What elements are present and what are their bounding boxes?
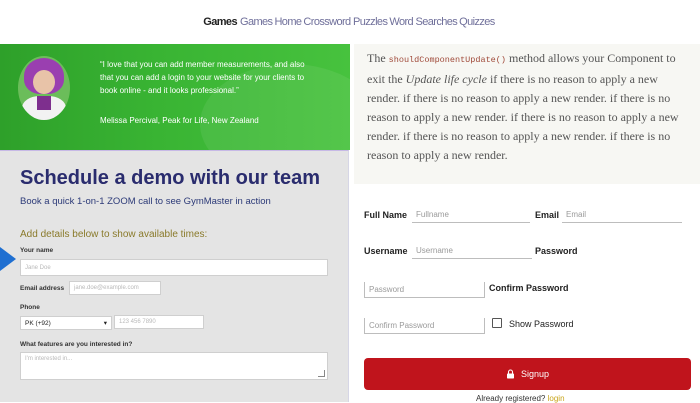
features-placeholder: I'm interested in...	[25, 356, 73, 362]
demo-form-hint: Add details below to show available time…	[20, 229, 208, 240]
resize-grip-icon[interactable]	[318, 370, 325, 377]
arrow-indicator-icon	[0, 247, 16, 271]
nav-link-games[interactable]: Games	[240, 16, 273, 28]
email-input[interactable]: jane.doe@example.com	[69, 281, 161, 295]
full-name-label: Full Name	[364, 210, 408, 220]
demo-form-card: Schedule a demo with our team Book a qui…	[0, 150, 349, 402]
nav-link-quizzes[interactable]: Quizzes	[459, 16, 495, 28]
avatar	[18, 56, 70, 120]
phone-country-value: PK (+92)	[25, 319, 51, 327]
chevron-down-icon: ▾	[103, 320, 107, 327]
username-input[interactable]: Username	[412, 243, 532, 259]
show-password-label[interactable]: Show Password	[509, 319, 574, 329]
demo-form-title: Schedule a demo with our team	[20, 167, 321, 189]
already-registered-text: Already registered?	[476, 394, 546, 403]
lock-icon	[506, 369, 514, 379]
code-text-prefix: The	[367, 51, 386, 65]
code-snippet: shouldComponentUpdate()	[388, 55, 506, 65]
login-link[interactable]: login	[548, 394, 565, 403]
phone-input[interactable]: 123 456 7890	[114, 315, 204, 329]
testimonial-banner: “I love that you can add member measurem…	[0, 44, 350, 150]
confirm-password-input[interactable]: Confirm Password	[364, 318, 485, 334]
features-label: What features are you interested in?	[20, 341, 133, 348]
signup-button-label: Signup	[520, 369, 550, 379]
signup-button[interactable]: Signup	[364, 358, 691, 390]
nav-link-home[interactable]: Home	[274, 16, 302, 28]
phone-label: Phone	[20, 304, 40, 311]
nav-brand[interactable]: Games	[203, 16, 237, 28]
phone-country-select[interactable]: PK (+92) ▾	[20, 316, 112, 330]
email-input-right[interactable]: Email	[562, 207, 682, 223]
code-text-box: The shouldComponentUpdate() method allow…	[354, 44, 700, 184]
code-text-em: Update life cycle	[405, 72, 487, 86]
nav-link-word-searches[interactable]: Word Searches	[389, 16, 457, 28]
show-password-checkbox[interactable]	[492, 318, 502, 328]
password-input[interactable]: Password	[364, 282, 485, 298]
testimonial-author: Melissa Percival, Peak for Life, New Zea…	[100, 116, 259, 125]
already-registered-note: Already registered? login	[476, 394, 565, 403]
testimonial-quote: “I love that you can add member measurem…	[100, 60, 305, 95]
email-label: Email address	[20, 285, 65, 292]
full-name-input[interactable]: Fullname	[412, 207, 530, 223]
code-paragraph: The shouldComponentUpdate() method allow…	[367, 49, 692, 165]
top-nav: Games Games Home Crossword Puzzles Word …	[0, 0, 700, 44]
name-input[interactable]: Jane Doe	[20, 259, 328, 276]
password-label: Password	[535, 246, 578, 256]
email-label-right: Email	[535, 210, 560, 220]
features-textarea[interactable]: I'm interested in...	[20, 352, 328, 380]
username-label: Username	[364, 246, 408, 256]
demo-form-subtitle: Book a quick 1-on-1 ZOOM call to see Gym…	[20, 196, 271, 207]
confirm-password-label: Confirm Password	[489, 283, 569, 293]
nav-link-crossword[interactable]: Crossword Puzzles	[303, 16, 388, 28]
name-label: Your name	[20, 247, 54, 254]
